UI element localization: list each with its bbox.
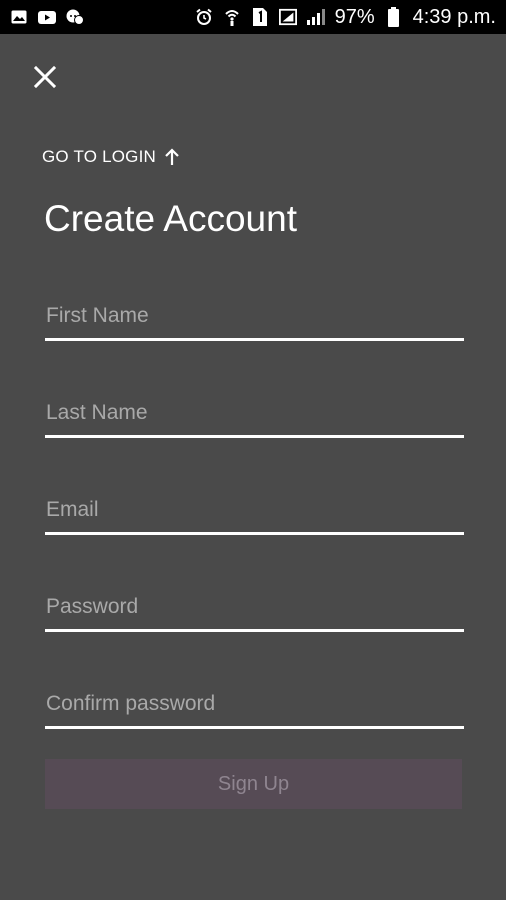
- signal-box-icon: [278, 8, 297, 26]
- first-name-input[interactable]: [45, 293, 464, 341]
- sim-icon: [251, 8, 269, 26]
- status-right-icons: 97% 4:39 p.m.: [195, 6, 496, 29]
- battery-percent: 97%: [334, 5, 375, 28]
- email-field-wrap: [45, 487, 464, 535]
- go-to-login-label: GO TO LOGIN: [42, 147, 156, 166]
- last-name-field-wrap: [45, 390, 464, 438]
- password-input[interactable]: [45, 584, 464, 632]
- status-time: 4:39 p.m.: [412, 5, 496, 28]
- chat-icon: [66, 8, 84, 26]
- go-to-login-link[interactable]: GO TO LOGIN: [42, 147, 180, 167]
- close-button[interactable]: [28, 60, 62, 94]
- confirm-password-field-wrap: [45, 681, 464, 729]
- password-field-wrap: [45, 584, 464, 632]
- arrow-up-icon: [165, 148, 179, 165]
- close-icon: [34, 66, 56, 88]
- sign-up-button[interactable]: Sign Up: [45, 759, 462, 809]
- youtube-icon: [38, 8, 56, 26]
- status-left-icons: [10, 8, 84, 26]
- image-icon: [10, 8, 28, 26]
- confirm-password-input[interactable]: [45, 681, 464, 729]
- signal-icon: [306, 8, 325, 26]
- battery-icon: [385, 7, 403, 27]
- status-bar: 97% 4:39 p.m.: [0, 0, 506, 34]
- alarm-icon: [195, 8, 213, 26]
- last-name-input[interactable]: [45, 390, 464, 438]
- email-input[interactable]: [45, 487, 464, 535]
- page-title: Create Account: [44, 198, 297, 239]
- wifi-calling-icon: [223, 8, 241, 26]
- first-name-field-wrap: [45, 293, 464, 341]
